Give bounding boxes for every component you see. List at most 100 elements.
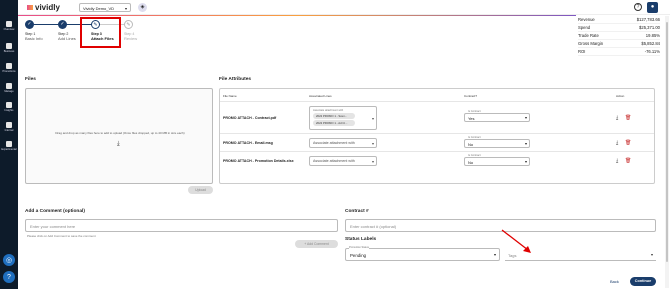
check-icon: ✓ xyxy=(25,20,34,29)
chevron-down-icon: ▾ xyxy=(371,159,374,164)
chevron-down-icon: ▾ xyxy=(493,252,496,257)
download-icon[interactable]: ⤓ xyxy=(616,115,618,121)
step-review[interactable]: ✎ Step 4 Review xyxy=(124,20,154,41)
scrollbar-thumb[interactable] xyxy=(666,22,668,262)
column-header: Contract? xyxy=(464,94,478,98)
continue-button[interactable]: Continue xyxy=(630,277,656,286)
sidebar-item-label: Insights xyxy=(4,109,14,112)
comment-title: Add a Comment (optional) xyxy=(25,209,85,214)
table-row: PROMO ATTACH - Contract.pdf Associate at… xyxy=(220,101,654,133)
help-bubble-icon[interactable]: ? xyxy=(3,271,15,283)
sidebar-item-promotions[interactable]: Promotions xyxy=(0,60,18,80)
field-label: Associate attachment with xyxy=(313,109,344,112)
file-attributes-title: File Attributes xyxy=(219,77,252,82)
field-label: Is Contract xyxy=(468,136,481,139)
dropzone-text: Drag and drop as many files here to add … xyxy=(55,131,185,135)
summary-row: Gross Margin $5,852.84 xyxy=(578,40,660,48)
file-dropzone[interactable]: Drag and drop as many files here to add … xyxy=(25,88,213,184)
help-icon: ? xyxy=(636,4,640,10)
download-icon[interactable]: ⤓ xyxy=(616,140,618,146)
business-icon xyxy=(6,43,12,49)
associate-lines-select[interactable]: Associate attachment with 2022 PROMO 1 -… xyxy=(309,106,377,130)
logo-icon xyxy=(27,5,33,11)
is-contract-value: No xyxy=(468,160,474,165)
select-placeholder: Associate attachment with xyxy=(313,141,355,145)
contract-title: Contract # xyxy=(345,209,369,214)
column-header: File Name xyxy=(223,94,237,98)
sidebar-item-internal[interactable]: Internal xyxy=(0,119,18,139)
delete-icon[interactable]: 🗑 xyxy=(625,115,631,121)
line-chip[interactable]: 2022 PROMO 1 - Ad Ci... xyxy=(313,120,355,126)
highlight-box xyxy=(80,17,121,48)
logo-text: vividly xyxy=(35,3,60,12)
contract-placeholder: Enter contract # (optional) xyxy=(350,224,397,229)
delete-icon[interactable]: 🗑 xyxy=(625,140,631,146)
tenant-select[interactable]: Vividly Demo_VD ▾ xyxy=(79,3,131,12)
upload-button[interactable]: Upload xyxy=(188,186,213,194)
top-bar: vividly Vividly Demo_VD ▾ ◈ ? ● xyxy=(18,0,670,15)
summary-row: ROI -76.11% xyxy=(578,48,660,56)
tenant-badge-icon[interactable]: ◈ xyxy=(138,3,147,12)
sidebar-item-label: Business xyxy=(3,50,15,53)
stepper: ✓ Step 1 Basic Info ✓ Step 2 Add Lines ✎… xyxy=(18,16,178,50)
promotion-status-select[interactable]: Promotion Status Pending ▾ xyxy=(345,246,500,261)
review-icon: ✎ xyxy=(124,20,133,29)
step-basic-info[interactable]: ✓ Step 1 Basic Info xyxy=(25,20,55,41)
sidebar-item-label: Internal xyxy=(4,129,14,132)
select-placeholder: Associate attachment with xyxy=(313,159,355,163)
summary-row: Spend $25,371.00 xyxy=(578,24,660,32)
sidebar-item-label: Overview xyxy=(3,28,15,31)
associate-lines-select[interactable]: Associate attachment with ▾ xyxy=(309,138,377,148)
sidebar-item-label: Experimental xyxy=(1,148,17,151)
file-attributes-table: File Name Associated Lines Contract? Act… xyxy=(219,88,655,184)
is-contract-select[interactable]: Is Contract No ▾ xyxy=(464,154,530,166)
back-button[interactable]: Back xyxy=(610,279,619,284)
sidebar: Overview Business Promotions Manage Insi… xyxy=(0,0,18,289)
user-avatar-button[interactable]: ● xyxy=(647,2,658,13)
summary-label: Spend xyxy=(578,25,591,30)
summary-label: Trade Rate xyxy=(578,33,599,38)
chevron-down-icon: ▾ xyxy=(524,115,527,120)
internal-icon xyxy=(6,122,12,128)
delete-icon[interactable]: 🗑 xyxy=(625,158,631,164)
is-contract-value: Yes xyxy=(468,116,475,121)
comment-input[interactable]: Enter your comment here xyxy=(25,219,338,232)
sidebar-item-overview[interactable]: Overview xyxy=(0,18,18,38)
chevron-down-icon: ▾ xyxy=(124,6,127,11)
line-chip[interactable]: 2022 PROMO 1 - Scen... xyxy=(313,113,355,119)
step-label: Basic Info xyxy=(25,36,43,41)
summary-value: $5,852.84 xyxy=(641,41,660,46)
add-comment-button[interactable]: + Add Comment xyxy=(295,240,338,248)
experimental-icon xyxy=(6,141,12,147)
sidebar-item-experimental[interactable]: Experimental xyxy=(0,138,18,158)
download-icon[interactable]: ⤓ xyxy=(616,158,618,164)
summary-value: -76.11% xyxy=(644,49,660,54)
associate-lines-select[interactable]: Associate attachment with ▾ xyxy=(309,156,377,166)
is-contract-select[interactable]: Is Contract Yes ▾ xyxy=(464,110,530,122)
status-labels-title: Status Labels xyxy=(345,237,377,242)
table-row: PROMO ATTACH - Email.msg Associate attac… xyxy=(220,133,654,151)
app-logo[interactable]: vividly xyxy=(27,3,60,12)
field-label: Promotion Status xyxy=(349,246,369,249)
notifications-icon[interactable]: ◎ xyxy=(3,254,15,266)
user-icon: ● xyxy=(650,4,655,10)
is-contract-select[interactable]: Is Contract No ▾ xyxy=(464,136,530,148)
chevron-down-icon: ▾ xyxy=(371,116,374,121)
summary-value: 19.85% xyxy=(645,33,660,38)
comment-placeholder: Enter your comment here xyxy=(30,224,76,229)
file-name: PROMO ATTACH - Promotion Details.xlsx xyxy=(223,159,294,163)
step-label: Review xyxy=(124,36,138,41)
summary-row: Trade Rate 19.85% xyxy=(578,32,660,40)
chevron-down-icon: ▾ xyxy=(524,159,527,164)
sidebar-item-insights[interactable]: Insights xyxy=(0,99,18,119)
comment-hint: Please click on Add Comment to save the … xyxy=(27,234,96,238)
summary-label: Revenue xyxy=(578,17,595,22)
tenant-value: Vividly Demo_VD xyxy=(83,6,115,11)
field-label: Is Contract xyxy=(468,110,481,113)
sidebar-item-business[interactable]: Business xyxy=(0,40,18,60)
column-header: Associated Lines xyxy=(309,94,332,98)
chevron-down-icon: ▾ xyxy=(650,252,653,257)
help-button[interactable]: ? xyxy=(634,3,642,11)
sidebar-item-manage[interactable]: Manage xyxy=(0,80,18,100)
sidebar-item-label: Manage xyxy=(4,90,14,93)
